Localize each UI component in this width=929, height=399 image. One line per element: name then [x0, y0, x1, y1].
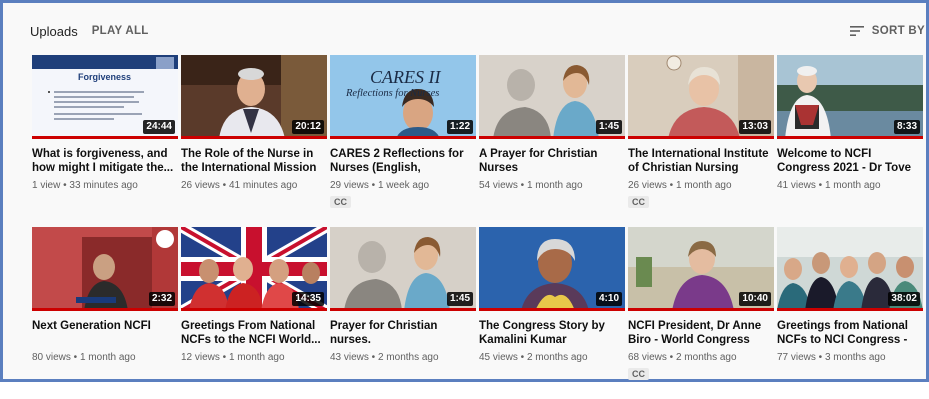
thumbnail-caption: CARES II	[370, 67, 441, 87]
video-thumbnail[interactable]: 2:32	[32, 227, 178, 311]
watch-progress-bar	[32, 136, 178, 139]
watch-progress-bar	[628, 308, 774, 311]
video-card[interactable]: 8:33 Welcome to NCFI Congress 2021 - Dr …	[777, 55, 923, 227]
video-title[interactable]: Prayer for Christian nurses.	[330, 319, 476, 347]
cc-badge: CC	[628, 368, 649, 380]
video-duration: 1:45	[446, 292, 473, 306]
video-card[interactable]: 4:10 The Congress Story by Kamalini Kuma…	[479, 227, 625, 399]
cc-badge: CC	[330, 196, 351, 208]
video-duration: 20:12	[292, 120, 324, 134]
video-thumbnail[interactable]: CARES II Reflections for Nurses 1:22	[330, 55, 476, 139]
video-card[interactable]: 1:45 Prayer for Christian nurses. 43 vie…	[330, 227, 476, 399]
video-card[interactable]: Forgiveness 24:44 What is forgiveness, a…	[32, 55, 178, 227]
thumbnail-subcaption: Reflections for Nurses	[346, 88, 440, 99]
video-title[interactable]: The International Institute of Christian…	[628, 147, 774, 175]
video-thumbnail[interactable]: 1:45	[479, 55, 625, 139]
cc-badge: CC	[628, 196, 649, 208]
video-duration: 1:45	[595, 120, 622, 134]
video-meta: 29 views • 1 week ago	[330, 180, 430, 191]
video-meta: 12 views • 1 month ago	[181, 352, 285, 363]
video-card[interactable]: 2:32 Next Generation NCFI 80 views • 1 m…	[32, 227, 178, 399]
video-title[interactable]: Next Generation NCFI	[32, 319, 178, 347]
video-title[interactable]: The Role of the Nurse in the Internation…	[181, 147, 327, 175]
video-grid: Forgiveness 24:44 What is forgiveness, a…	[32, 55, 923, 399]
watch-progress-bar	[777, 136, 923, 139]
video-duration: 13:03	[739, 120, 771, 134]
video-meta: 80 views • 1 month ago	[32, 352, 136, 363]
video-meta: 68 views • 2 months ago	[628, 352, 737, 363]
video-thumbnail[interactable]: 14:35	[181, 227, 327, 311]
sort-icon	[849, 26, 864, 36]
video-duration: 8:33	[893, 120, 920, 134]
watch-progress-bar	[181, 136, 327, 139]
video-duration: 4:10	[595, 292, 622, 306]
video-card[interactable]: 20:12 The Role of the Nurse in the Inter…	[181, 55, 327, 227]
video-card[interactable]: CARES II Reflections for Nurses 1:22 CAR…	[330, 55, 476, 227]
video-title[interactable]: Greetings from National NCFs to NCI Cong…	[777, 319, 923, 347]
watch-progress-bar	[777, 308, 923, 311]
video-thumbnail[interactable]: 13:03	[628, 55, 774, 139]
watch-progress-bar	[32, 308, 178, 311]
video-card[interactable]: 10:40 NCFI President, Dr Anne Biro - Wor…	[628, 227, 774, 399]
video-duration: 2:32	[148, 292, 175, 306]
video-thumbnail[interactable]: Forgiveness 24:44	[32, 55, 178, 139]
video-thumbnail[interactable]: 1:45	[330, 227, 476, 311]
watch-progress-bar	[330, 136, 476, 139]
video-thumbnail[interactable]: 20:12	[181, 55, 327, 139]
video-thumbnail[interactable]: 4:10	[479, 227, 625, 311]
video-thumbnail[interactable]: 10:40	[628, 227, 774, 311]
watch-progress-bar	[479, 308, 625, 311]
video-meta: 45 views • 2 months ago	[479, 352, 588, 363]
video-meta: 26 views • 41 minutes ago	[181, 180, 298, 191]
shelf-header: Uploads PLAY ALL SORT BY	[30, 19, 925, 43]
video-meta: 43 views • 2 months ago	[330, 352, 439, 363]
video-card[interactable]: 13:03 The International Institute of Chr…	[628, 55, 774, 227]
video-title[interactable]: NCFI President, Dr Anne Biro - World Con…	[628, 319, 774, 347]
video-duration: 14:35	[292, 292, 324, 306]
shelf-title[interactable]: Uploads	[30, 24, 78, 39]
video-meta: 26 views • 1 month ago	[628, 180, 732, 191]
video-title[interactable]: CARES 2 Reflections for Nurses (English,…	[330, 147, 476, 175]
video-thumbnail[interactable]: 38:02	[777, 227, 923, 311]
video-title[interactable]: Welcome to NCFI Congress 2021 - Dr Tove …	[777, 147, 923, 175]
video-duration: 38:02	[888, 292, 920, 306]
sort-by-button[interactable]: SORT BY	[849, 25, 925, 37]
play-all-button[interactable]: PLAY ALL	[92, 25, 149, 37]
video-meta: 54 views • 1 month ago	[479, 180, 583, 191]
sort-by-label: SORT BY	[871, 25, 925, 37]
video-title[interactable]: A Prayer for Christian Nurses	[479, 147, 625, 175]
video-duration: 10:40	[739, 292, 771, 306]
video-meta: 41 views • 1 month ago	[777, 180, 881, 191]
video-card[interactable]: 1:45 A Prayer for Christian Nurses 54 vi…	[479, 55, 625, 227]
watch-progress-bar	[479, 136, 625, 139]
video-title[interactable]: The Congress Story by Kamalini Kumar	[479, 319, 625, 347]
watch-progress-bar	[330, 308, 476, 311]
uploads-shelf: Uploads PLAY ALL SORT BY Forgiveness 24:…	[0, 0, 929, 382]
video-duration: 1:22	[446, 120, 473, 134]
thumbnail-caption: Forgiveness	[78, 72, 132, 82]
watch-progress-bar	[628, 136, 774, 139]
video-card[interactable]: 38:02 Greetings from National NCFs to NC…	[777, 227, 923, 399]
video-title[interactable]: Greetings From National NCFs to the NCFI…	[181, 319, 327, 347]
video-duration: 24:44	[143, 120, 175, 134]
video-title[interactable]: What is forgiveness, and how might I mit…	[32, 147, 178, 175]
video-meta: 77 views • 3 months ago	[777, 352, 886, 363]
video-card[interactable]: 14:35 Greetings From National NCFs to th…	[181, 227, 327, 399]
watch-progress-bar	[181, 308, 327, 311]
video-meta: 1 view • 33 minutes ago	[32, 180, 138, 191]
video-thumbnail[interactable]: 8:33	[777, 55, 923, 139]
